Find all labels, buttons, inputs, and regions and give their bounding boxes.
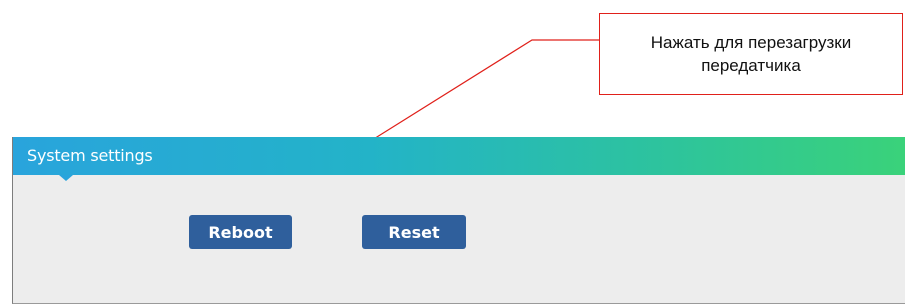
header-notch-arrow (59, 175, 73, 181)
annotation-callout: Нажать для перезагрузки передатчика (599, 13, 903, 95)
callout-text-line-1: Нажать для перезагрузки (650, 33, 852, 52)
system-settings-panel: System settings Reboot Reset (12, 137, 905, 304)
panel-title: System settings (27, 146, 153, 165)
reboot-button[interactable]: Reboot (189, 215, 292, 249)
callout-text-line-2: передатчика (701, 56, 801, 75)
panel-header: System settings (13, 137, 905, 175)
reset-button[interactable]: Reset (362, 215, 466, 249)
